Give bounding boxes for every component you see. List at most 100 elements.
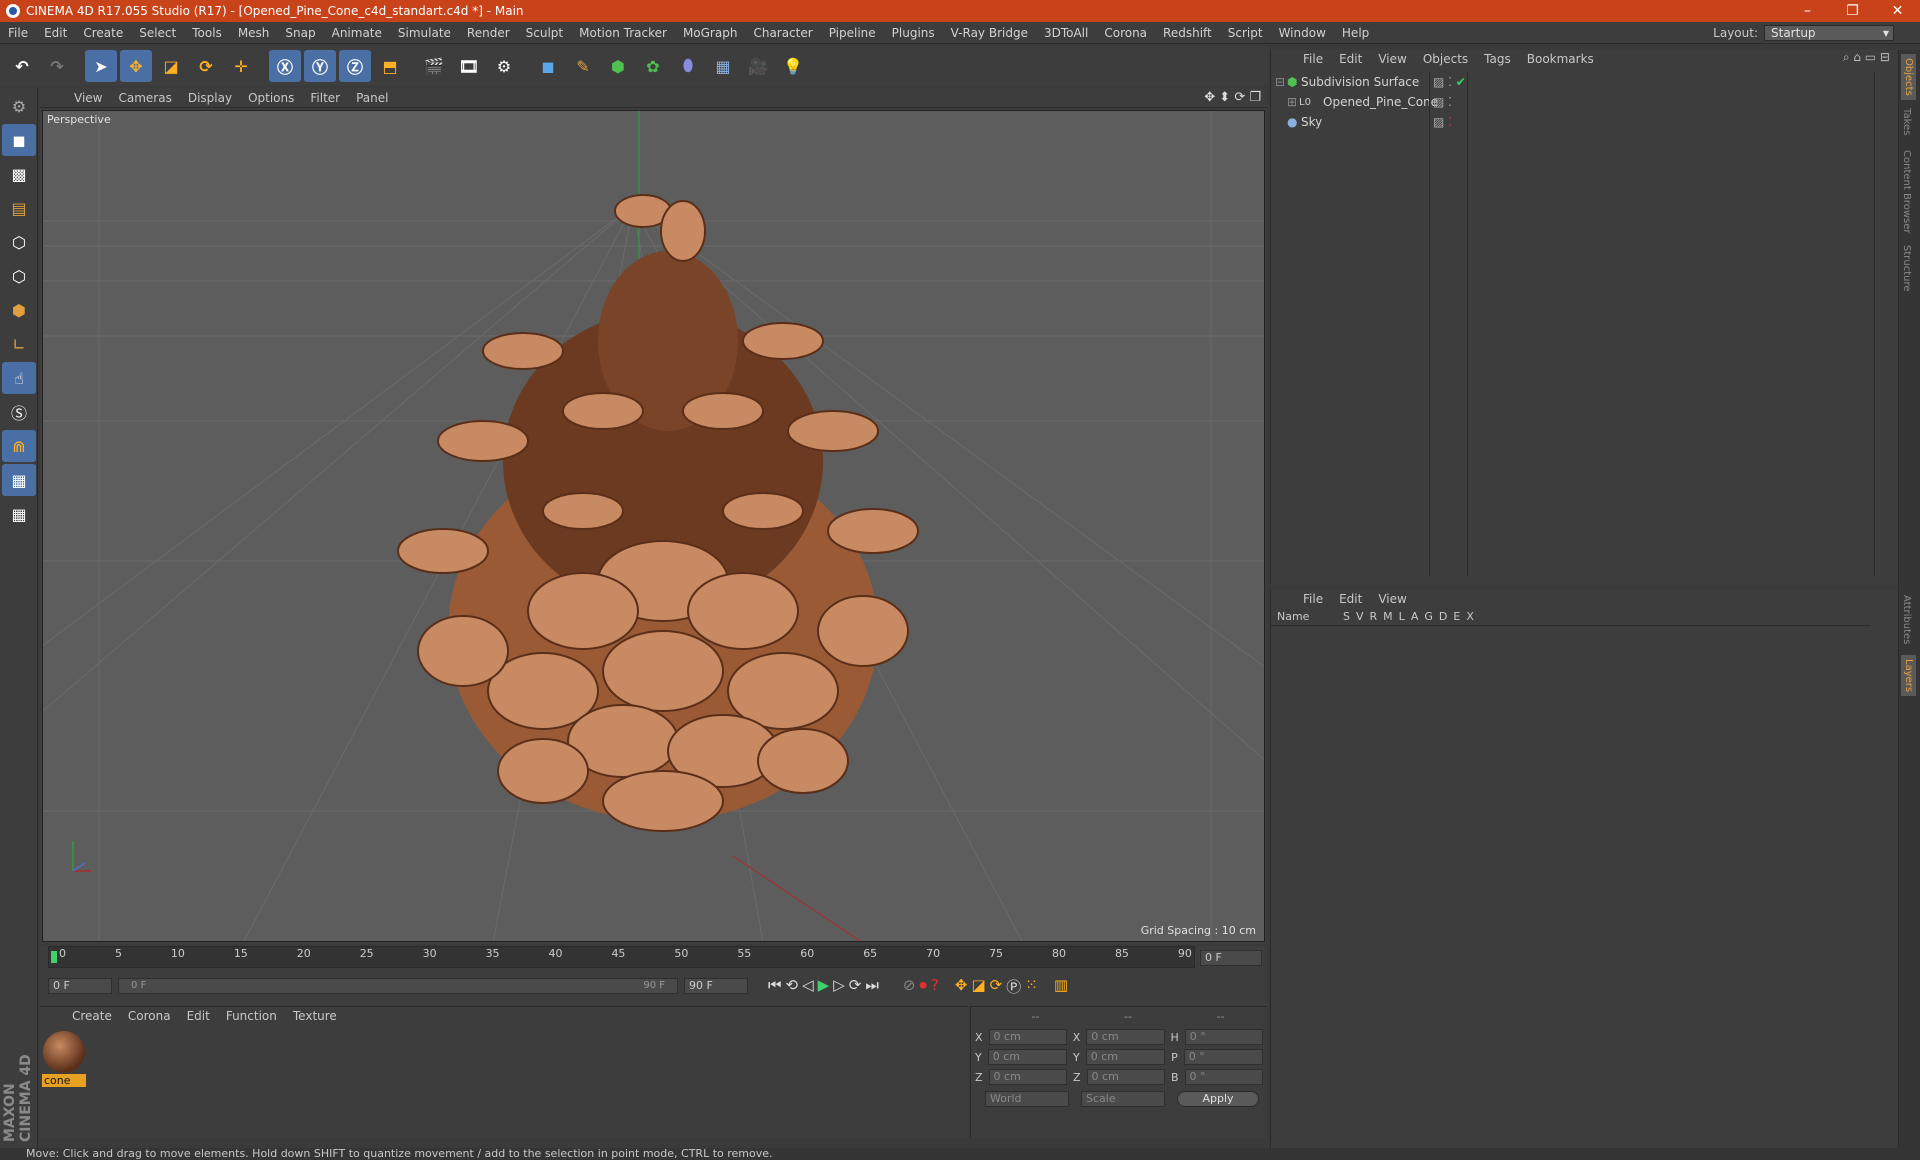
- material-menu-edit[interactable]: Edit: [179, 1009, 218, 1023]
- material-menu-create[interactable]: Create: [64, 1009, 120, 1023]
- size-x-field[interactable]: 0 cm: [1086, 1029, 1165, 1045]
- viewport-menu-display[interactable]: Display: [180, 91, 240, 105]
- viewport-3d-view[interactable]: Perspective Grid Spacing : 10 cm: [42, 110, 1265, 942]
- go-to-end-icon[interactable]: ⏭: [865, 976, 879, 997]
- live-select-icon[interactable]: ✛: [225, 50, 257, 82]
- z-axis-lock-icon[interactable]: Ⓩ: [339, 50, 371, 82]
- cloner-icon[interactable]: ✿: [637, 50, 669, 82]
- key-parameter-icon[interactable]: Ⓟ: [1006, 976, 1021, 997]
- minimize-button[interactable]: –: [1785, 0, 1830, 22]
- deformer-icon[interactable]: ⬮: [672, 50, 704, 82]
- make-editable-icon[interactable]: ⚙: [2, 90, 36, 122]
- workplane-icon[interactable]: ▤: [2, 192, 36, 224]
- render-settings-icon[interactable]: ⚙: [488, 50, 520, 82]
- viewport-menu-view[interactable]: View: [66, 91, 110, 105]
- tab-attributes[interactable]: Attributes: [1901, 595, 1912, 644]
- menu-mesh[interactable]: Mesh: [230, 26, 278, 40]
- current-frame-field[interactable]: 0 F: [1200, 950, 1262, 966]
- rotation-p-field[interactable]: 0 °: [1183, 1049, 1263, 1065]
- layer-menu-view[interactable]: View: [1370, 592, 1414, 606]
- visibility-toggle-icon[interactable]: ▨ ⁚: [1433, 95, 1452, 109]
- cube-primitive-icon[interactable]: ◼: [532, 50, 564, 82]
- camera-icon[interactable]: 🎥: [742, 50, 774, 82]
- next-frame-icon[interactable]: ▷: [833, 976, 845, 997]
- light-icon[interactable]: 💡: [777, 50, 809, 82]
- menu-mograph[interactable]: MoGraph: [675, 26, 746, 40]
- scale-mode-dropdown[interactable]: Scale: [1081, 1091, 1165, 1107]
- edges-mode-icon[interactable]: ⬡: [2, 260, 36, 292]
- axis-mode-icon[interactable]: ∟: [2, 328, 36, 360]
- obj-menu-bookmarks[interactable]: Bookmarks: [1519, 52, 1602, 66]
- previous-key-icon[interactable]: ⟲: [786, 976, 799, 997]
- menu-character[interactable]: Character: [745, 26, 820, 40]
- object-row-opened-pine-cone[interactable]: ⊞ L0 Opened_Pine_Cone ▨ ⁚: [1275, 92, 1874, 112]
- viewport-menu-panel[interactable]: Panel: [348, 91, 396, 105]
- record-keys-icon[interactable]: ⏺: [919, 976, 927, 997]
- end-frame-field[interactable]: 90 F: [684, 978, 748, 994]
- key-scale-icon[interactable]: ◪: [971, 976, 985, 997]
- layer-menu-file[interactable]: File: [1295, 592, 1331, 606]
- menu-plugins[interactable]: Plugins: [884, 26, 943, 40]
- object-row-subdivision-surface[interactable]: ⊟ ⬢ Subdivision Surface ▨ ⁚ ✔: [1275, 72, 1874, 92]
- spline-pen-icon[interactable]: ✎: [567, 50, 599, 82]
- visibility-toggle-icon[interactable]: ▨ ⁚: [1433, 115, 1452, 129]
- key-position-icon[interactable]: ✥: [955, 976, 968, 997]
- viewport-menu-filter[interactable]: Filter: [302, 91, 348, 105]
- tab-structure[interactable]: Structure: [1901, 245, 1912, 292]
- menu-file[interactable]: File: [0, 26, 36, 40]
- obj-menu-tags[interactable]: Tags: [1476, 52, 1519, 66]
- magnet-icon[interactable]: ⋒: [2, 430, 36, 462]
- menu-render[interactable]: Render: [459, 26, 518, 40]
- undo-icon[interactable]: ↶: [6, 50, 38, 82]
- menu-help[interactable]: Help: [1334, 26, 1377, 40]
- solo-mode-icon[interactable]: ▦: [2, 498, 36, 530]
- menu-tools[interactable]: Tools: [184, 26, 230, 40]
- next-key-icon[interactable]: ⟳: [849, 976, 862, 997]
- menu-pipeline[interactable]: Pipeline: [821, 26, 884, 40]
- position-z-field[interactable]: 0 cm: [988, 1069, 1067, 1085]
- layout-dropdown[interactable]: Startup: [1764, 25, 1894, 41]
- timeline-window-icon[interactable]: ▥: [1054, 976, 1068, 997]
- maximize-button[interactable]: ❐: [1830, 0, 1875, 22]
- material-menu-corona[interactable]: Corona: [120, 1009, 179, 1023]
- obj-menu-file[interactable]: File: [1295, 52, 1331, 66]
- key-pla-icon[interactable]: ⁙: [1025, 976, 1038, 997]
- viewport-nav-icons[interactable]: ✥ ⬍ ⟳ ❐: [1204, 90, 1261, 105]
- move-tool-icon[interactable]: ✥: [120, 50, 152, 82]
- polygons-mode-icon[interactable]: ⬢: [2, 294, 36, 326]
- rotate-tool-icon[interactable]: ⟳: [190, 50, 222, 82]
- workplane-lock-icon[interactable]: ▦: [2, 464, 36, 496]
- menu-edit[interactable]: Edit: [36, 26, 75, 40]
- viewport-menu-cameras[interactable]: Cameras: [110, 91, 179, 105]
- render-view-icon[interactable]: 🎬: [418, 50, 450, 82]
- tab-layers[interactable]: Layers: [1901, 655, 1916, 697]
- y-axis-lock-icon[interactable]: Ⓨ: [304, 50, 336, 82]
- menu-animate[interactable]: Animate: [324, 26, 390, 40]
- record-disabled-icon[interactable]: ⊘: [903, 976, 916, 997]
- position-y-field[interactable]: 0 cm: [987, 1049, 1068, 1065]
- size-y-field[interactable]: 0 cm: [1085, 1049, 1166, 1065]
- viewport-menu-options[interactable]: Options: [240, 91, 302, 105]
- tab-objects[interactable]: Objects: [1901, 54, 1916, 100]
- tab-content-browser[interactable]: Content Browser: [1901, 150, 1912, 233]
- redo-icon[interactable]: ↷: [41, 50, 73, 82]
- autokey-icon[interactable]: ?: [931, 976, 939, 997]
- scale-tool-icon[interactable]: ◪: [155, 50, 187, 82]
- close-button[interactable]: ✕: [1875, 0, 1920, 22]
- coordinate-system-icon[interactable]: ⬒: [374, 50, 406, 82]
- subdivision-surface-icon[interactable]: ⬢: [602, 50, 634, 82]
- menu-vray-bridge[interactable]: V-Ray Bridge: [943, 26, 1036, 40]
- preview-range-slider[interactable]: 0 F 90 F: [118, 978, 678, 994]
- go-to-start-icon[interactable]: ⏮: [768, 976, 782, 997]
- x-axis-lock-icon[interactable]: Ⓧ: [269, 50, 301, 82]
- rotation-h-field[interactable]: 0 °: [1184, 1029, 1263, 1045]
- rotation-b-field[interactable]: 0 °: [1184, 1069, 1263, 1085]
- play-icon[interactable]: ▶: [818, 976, 830, 997]
- search-icon[interactable]: ⌕ ⌂ ▭ ⊟: [1843, 50, 1890, 65]
- obj-menu-objects[interactable]: Objects: [1415, 52, 1476, 66]
- size-z-field[interactable]: 0 cm: [1086, 1069, 1165, 1085]
- snap-icon[interactable]: Ⓢ: [2, 396, 36, 428]
- apply-button[interactable]: Apply: [1177, 1091, 1259, 1107]
- menu-corona[interactable]: Corona: [1096, 26, 1155, 40]
- menu-snap[interactable]: Snap: [277, 26, 323, 40]
